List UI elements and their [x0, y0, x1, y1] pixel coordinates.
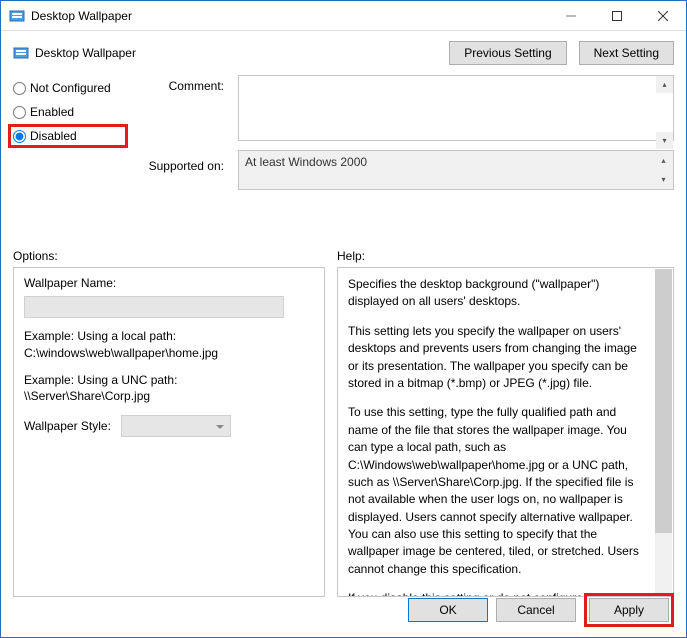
example-local-path: C:\windows\web\wallpaper\home.jpg: [24, 345, 314, 362]
ok-button[interactable]: OK: [408, 598, 488, 622]
radio-not-configured-input[interactable]: [13, 82, 26, 95]
wallpaper-name-label: Wallpaper Name:: [24, 276, 314, 290]
radio-not-configured[interactable]: Not Configured: [13, 81, 128, 95]
supported-label: Supported on:: [142, 159, 224, 173]
options-panel: Wallpaper Name: Example: Using a local p…: [13, 267, 325, 597]
comment-textarea[interactable]: [238, 75, 674, 141]
apply-highlight: Apply: [584, 593, 674, 627]
cancel-button[interactable]: Cancel: [496, 598, 576, 622]
help-paragraph: To use this setting, type the fully qual…: [348, 404, 649, 578]
wallpaper-name-input: [24, 296, 284, 318]
scroll-down-button[interactable]: ▾: [656, 132, 673, 149]
radio-enabled[interactable]: Enabled: [13, 105, 128, 119]
titlebar: Desktop Wallpaper: [1, 1, 686, 31]
radio-label: Enabled: [30, 105, 74, 119]
supported-on-box: At least Windows 2000 ▴ ▾: [238, 150, 674, 190]
minimize-button[interactable]: [548, 1, 594, 30]
scrollbar-thumb[interactable]: [655, 269, 672, 533]
scroll-up-button[interactable]: ▴: [655, 152, 672, 169]
next-setting-button[interactable]: Next Setting: [579, 41, 674, 65]
dialog-window: Desktop Wallpaper Desktop Wallpaper Prev…: [0, 0, 687, 638]
previous-setting-button[interactable]: Previous Setting: [449, 41, 566, 65]
supported-on-text: At least Windows 2000: [245, 155, 367, 169]
comment-label: Comment:: [142, 79, 224, 93]
policy-title: Desktop Wallpaper: [35, 46, 449, 60]
scroll-up-button[interactable]: ▴: [656, 76, 673, 93]
help-paragraph: This setting lets you specify the wallpa…: [348, 323, 649, 393]
maximize-button[interactable]: [594, 1, 640, 30]
policy-icon: [13, 45, 29, 61]
example-local-label: Example: Using a local path:: [24, 328, 314, 345]
apply-button[interactable]: Apply: [589, 598, 669, 622]
help-paragraph: Specifies the desktop background ("wallp…: [348, 276, 649, 311]
help-header: Help:: [337, 249, 365, 263]
options-header: Options:: [13, 249, 325, 263]
radio-label: Disabled: [30, 129, 77, 143]
radio-disabled-input[interactable]: [13, 130, 26, 143]
radio-disabled[interactable]: Disabled: [8, 124, 128, 148]
radio-enabled-input[interactable]: [13, 106, 26, 119]
window-title: Desktop Wallpaper: [31, 9, 548, 23]
scroll-down-button[interactable]: ▾: [655, 171, 672, 188]
wallpaper-style-select: [121, 415, 231, 437]
policy-icon: [9, 8, 25, 24]
radio-label: Not Configured: [30, 81, 111, 95]
help-panel: Specifies the desktop background ("wallp…: [337, 267, 674, 597]
close-button[interactable]: [640, 1, 686, 30]
wallpaper-style-label: Wallpaper Style:: [24, 419, 111, 433]
example-unc-label: Example: Using a UNC path:: [24, 372, 314, 389]
example-unc-path: \\Server\Share\Corp.jpg: [24, 388, 314, 405]
scrollbar[interactable]: [655, 269, 672, 595]
